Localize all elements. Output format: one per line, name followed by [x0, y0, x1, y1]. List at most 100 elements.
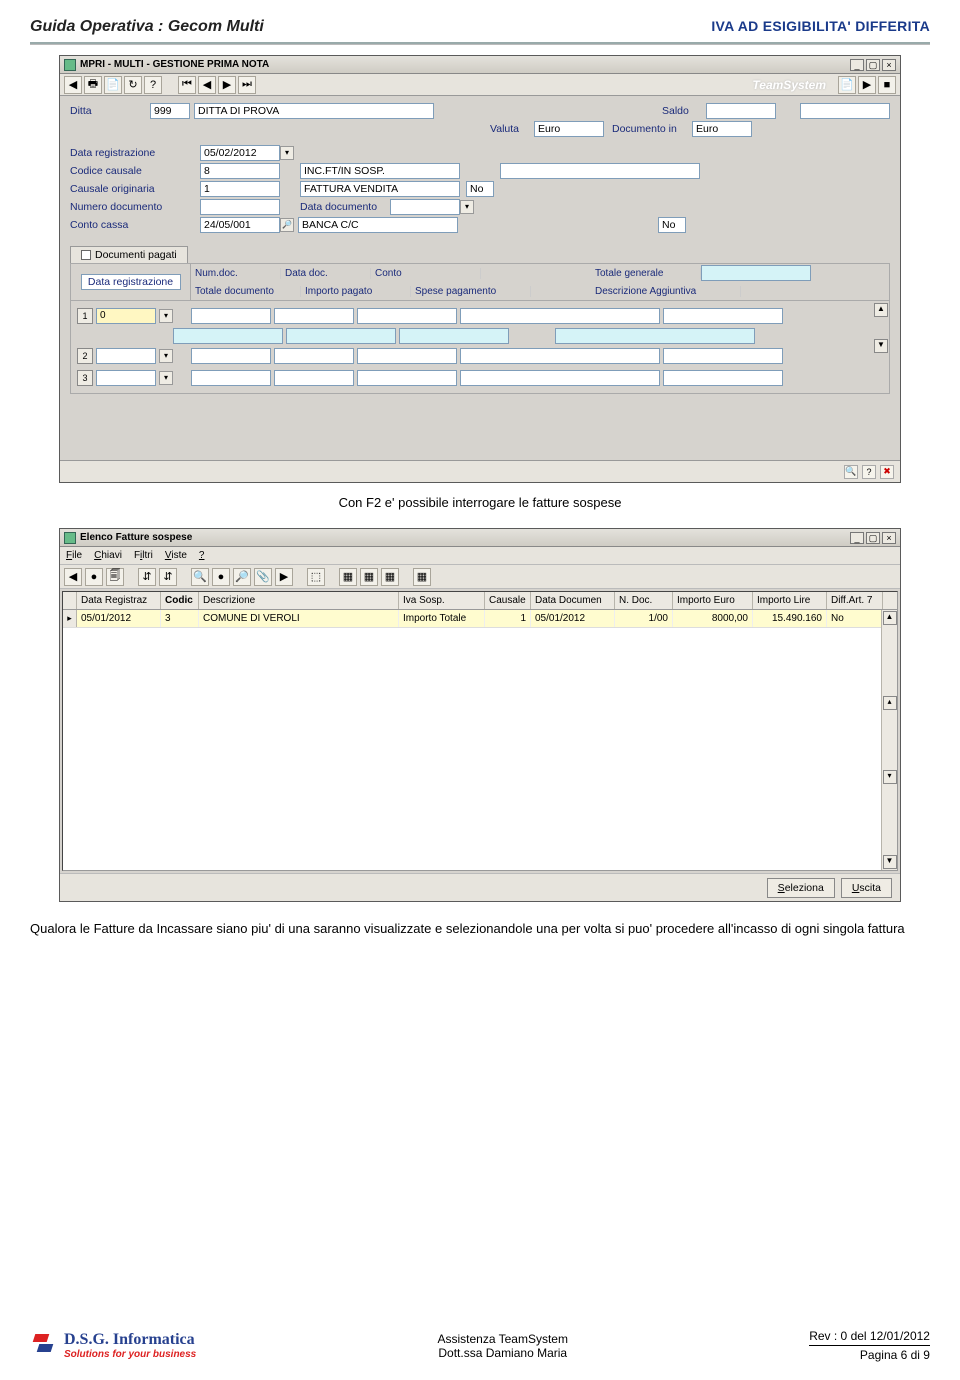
row1-datadoc[interactable]	[274, 308, 354, 324]
doc-row-1[interactable]: 1 0 ▾	[77, 305, 867, 327]
valuta-field[interactable]: Euro	[534, 121, 604, 137]
maximize-button[interactable]: ▢	[866, 59, 880, 71]
menu-filtri[interactable]: Filtri	[134, 550, 153, 561]
row1-spese[interactable]	[399, 328, 509, 344]
tb2-view4-icon[interactable]: ▦	[413, 568, 431, 586]
data-reg-field[interactable]: 05/02/2012	[200, 145, 280, 161]
tb2-view3-icon[interactable]: ▦	[381, 568, 399, 586]
tb2-attach-icon[interactable]: 📎	[254, 568, 272, 586]
close-button[interactable]: ×	[882, 59, 896, 71]
col-importo-euro[interactable]: Importo Euro	[673, 592, 753, 609]
row1-totdoc[interactable]	[173, 328, 283, 344]
row1-imppag[interactable]	[286, 328, 396, 344]
menu-viste[interactable]: Viste	[165, 550, 187, 561]
caus-orig-flag-field[interactable]: No	[466, 181, 494, 197]
col-descrizione[interactable]: Descrizione	[199, 592, 399, 609]
status-help-icon[interactable]: ?	[862, 465, 876, 479]
menu-chiavi[interactable]: Chiavi	[94, 550, 122, 561]
status-close-icon[interactable]: ✖	[880, 465, 894, 479]
col-causale[interactable]: Causale	[485, 592, 531, 609]
tool-right-doc-icon[interactable]: 📄	[838, 76, 856, 94]
tool-right-next-icon[interactable]: ▶	[858, 76, 876, 94]
scroll-up2-icon[interactable]: ▴	[883, 696, 897, 710]
col-codice[interactable]: Codic	[161, 592, 199, 609]
calendar-icon-row1[interactable]: ▾	[159, 309, 173, 323]
num-doc-field[interactable]	[200, 199, 280, 215]
calendar-icon[interactable]: ▾	[280, 146, 294, 160]
cod-caus-field[interactable]: 8	[200, 163, 280, 179]
row1-numdoc[interactable]	[191, 308, 271, 324]
conto-cassa-flag-field[interactable]: No	[658, 217, 686, 233]
tb2-view1-icon[interactable]: ▦	[339, 568, 357, 586]
tb2-sort2-icon[interactable]: ⇵	[159, 568, 177, 586]
saldo-field[interactable]	[706, 103, 776, 119]
fattura-row[interactable]: ▸ 05/01/2012 3 COMUNE DI VEROLI Importo …	[63, 610, 897, 628]
col-diff-art7[interactable]: Diff.Art. 7	[827, 592, 883, 609]
row-number[interactable]: 3	[77, 370, 93, 386]
calendar-icon-row2[interactable]: ▾	[159, 349, 173, 363]
scroll-up-icon[interactable]: ▲	[883, 611, 897, 625]
conto-cassa-code-field[interactable]: 24/05/001	[200, 217, 280, 233]
col-iva-sosp[interactable]: Iva Sosp.	[399, 592, 485, 609]
col-data-registraz[interactable]: Data Registraz	[77, 592, 161, 609]
doc-row-3[interactable]: 3 ▾	[77, 367, 867, 389]
scroll-down-icon[interactable]: ▼	[883, 855, 897, 869]
cod-caus-extra-field[interactable]	[500, 163, 700, 179]
tb2-rec-icon[interactable]: ●	[212, 568, 230, 586]
nav-last-icon[interactable]: ⏭	[238, 76, 256, 94]
col-data-documen[interactable]: Data Documen	[531, 592, 615, 609]
nav-first-icon[interactable]: ⏮	[178, 76, 196, 94]
row2-datareg[interactable]	[96, 348, 156, 364]
nav-prev-icon[interactable]: ◀	[198, 76, 216, 94]
data-doc-field[interactable]	[390, 199, 460, 215]
ditta-name-field[interactable]: DITTA DI PROVA	[194, 103, 434, 119]
tool-help-icon[interactable]: ?	[144, 76, 162, 94]
tb2-stop-icon[interactable]: ●	[85, 568, 103, 586]
row1-datareg[interactable]: 0	[96, 308, 156, 324]
caus-orig-field[interactable]: 1	[200, 181, 280, 197]
close-button[interactable]: ×	[882, 532, 896, 544]
row1-contod[interactable]	[460, 308, 660, 324]
conto-cassa-desc-field[interactable]: BANCA C/C	[298, 217, 458, 233]
doc-in-field[interactable]: Euro	[692, 121, 752, 137]
row3-datareg[interactable]	[96, 370, 156, 386]
status-search-icon[interactable]: 🔍	[844, 465, 858, 479]
tb2-back-icon[interactable]: ◀	[64, 568, 82, 586]
minimize-button[interactable]: _	[850, 532, 864, 544]
row-number[interactable]: 1	[77, 308, 93, 324]
scroll-up-icon[interactable]: ▲	[874, 303, 888, 317]
menu-file[interactable]: File	[66, 550, 82, 561]
col-ndoc[interactable]: N. Doc.	[615, 592, 673, 609]
calendar-icon-row3[interactable]: ▾	[159, 371, 173, 385]
tb2-grid1-icon[interactable]: ⬚	[307, 568, 325, 586]
tb2-copy-icon[interactable]: 🗐	[106, 568, 124, 586]
titlebar-2[interactable]: Elenco Fatture sospese _ ▢ ×	[60, 529, 900, 547]
tb2-next-icon[interactable]: ▶	[275, 568, 293, 586]
tool-doc-icon[interactable]: 📄	[104, 76, 122, 94]
row1-tot[interactable]	[663, 308, 783, 324]
tool-back-icon[interactable]: ◀	[64, 76, 82, 94]
seleziona-button[interactable]: Seleziona	[767, 878, 835, 898]
nav-next-icon[interactable]: ▶	[218, 76, 236, 94]
ditta-code-field[interactable]: 999	[150, 103, 190, 119]
row1-descr[interactable]	[555, 328, 755, 344]
tb2-zoom-icon[interactable]: 🔎	[233, 568, 251, 586]
minimize-button[interactable]: _	[850, 59, 864, 71]
tool-right-stop-icon[interactable]: ■	[878, 76, 896, 94]
vertical-scrollbar[interactable]: ▲ ▴ ▾ ▼	[881, 610, 897, 870]
tb2-view2-icon[interactable]: ▦	[360, 568, 378, 586]
scroll-dn2-icon[interactable]: ▾	[883, 770, 897, 784]
uscita-button[interactable]: Uscita	[841, 878, 892, 898]
row-number[interactable]: 2	[77, 348, 93, 364]
caus-orig-desc-field[interactable]: FATTURA VENDITA	[300, 181, 460, 197]
cod-caus-desc-field[interactable]: INC.FT/IN SOSP.	[300, 163, 460, 179]
maximize-button[interactable]: ▢	[866, 532, 880, 544]
tb2-sort1-icon[interactable]: ⇵	[138, 568, 156, 586]
row1-conto[interactable]	[357, 308, 457, 324]
doc-row-2[interactable]: 2 ▾	[77, 345, 867, 367]
checkbox-icon[interactable]	[81, 250, 91, 260]
tab-documenti-pagati[interactable]: Documenti pagati	[70, 246, 188, 263]
lookup-icon[interactable]: 🔎	[280, 218, 294, 232]
tool-refresh-icon[interactable]: ↻	[124, 76, 142, 94]
calendar-icon-2[interactable]: ▾	[460, 200, 474, 214]
